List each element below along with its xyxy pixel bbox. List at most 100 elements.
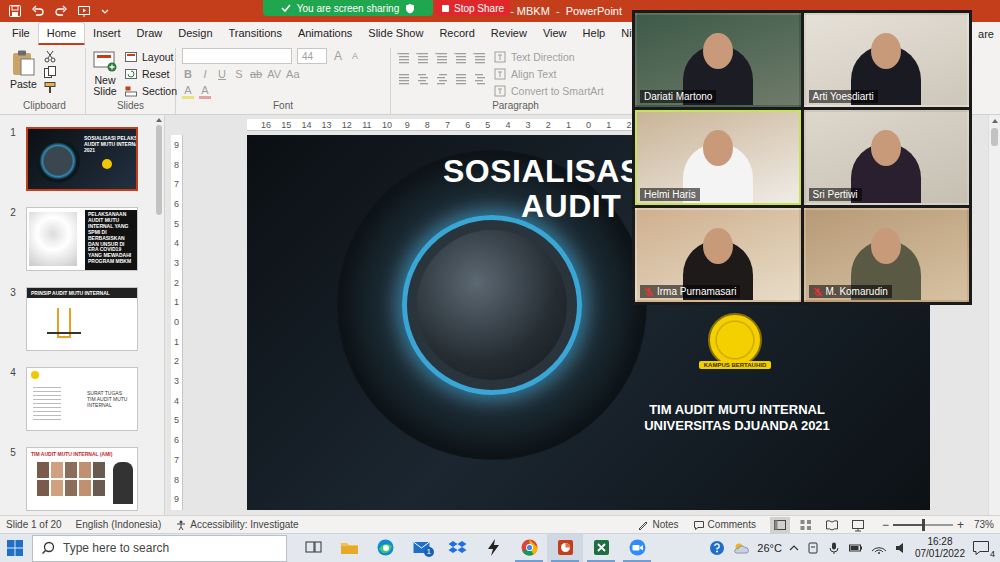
taskbar-app[interactable]	[511, 534, 547, 562]
taskbar-search[interactable]: Type here to search	[32, 535, 287, 562]
taskbar-app[interactable]	[295, 534, 331, 562]
participant-video[interactable]: Helmi Haris	[635, 110, 801, 204]
customize-icon[interactable]	[100, 6, 110, 16]
slide-command-icon[interactable]	[124, 84, 138, 98]
notes-label[interactable]: Notes	[652, 519, 678, 530]
save-icon[interactable]	[8, 4, 22, 18]
scroll-thumb[interactable]	[991, 128, 998, 146]
format-painter-icon[interactable]	[43, 81, 57, 95]
new-slide-icon[interactable]	[92, 49, 118, 73]
scroll-thumb[interactable]	[156, 125, 162, 215]
comments-label[interactable]: Comments	[708, 519, 756, 530]
ribbon-tab[interactable]: Transitions	[221, 22, 290, 45]
slide-title[interactable]: SOSIALISAS	[443, 153, 642, 189]
slide-command-icon[interactable]	[124, 67, 138, 81]
thumbnail-row[interactable]: 3PRINSIP AUDIT MUTU INTERNAL	[6, 287, 153, 351]
ribbon-tab[interactable]: Review	[483, 22, 535, 45]
thumbnail-scrollbar[interactable]	[153, 115, 164, 515]
participant-video[interactable]: Sri Pertiwi	[804, 110, 970, 204]
zoom-icon[interactable]	[628, 538, 647, 557]
copy-icon[interactable]	[43, 65, 57, 79]
taskbar-app[interactable]	[475, 534, 511, 562]
sorter-view-icon[interactable]	[799, 518, 813, 532]
ribbon-tab[interactable]: Home	[38, 22, 85, 45]
taskbar-app[interactable]	[619, 534, 655, 562]
clock-time[interactable]: 16:28	[927, 536, 952, 548]
notes-button[interactable]: Notes	[637, 519, 678, 531]
comments-button[interactable]: Comments	[693, 519, 756, 531]
scroll-up-icon[interactable]	[155, 117, 163, 123]
slide-thumbnail[interactable]: PRINSIP AUDIT MUTU INTERNAL	[26, 287, 138, 351]
view-button[interactable]	[848, 517, 868, 533]
view-button[interactable]	[796, 517, 816, 533]
view-button[interactable]	[770, 517, 790, 533]
weather-icon[interactable]	[732, 541, 750, 555]
powerpoint-icon[interactable]	[556, 538, 575, 557]
clock-date[interactable]: 07/01/2022	[915, 548, 965, 560]
help-icon[interactable]	[709, 540, 725, 556]
zoom-percent[interactable]: 73%	[974, 519, 994, 530]
thumbnail-row[interactable]: 4SURAT TUGASTIM AUDIT MUTUINTERNAL	[6, 367, 153, 431]
notification-icon[interactable]	[972, 540, 990, 556]
comments-icon[interactable]	[693, 519, 705, 531]
slides-command[interactable]: Layout	[124, 49, 177, 64]
new-slide-label[interactable]: New Slide	[92, 75, 118, 97]
stop-share-button[interactable]: Stop Share	[435, 0, 510, 16]
footer-text[interactable]: UNIVERSITAS DJUANDA 2021	[617, 418, 857, 434]
stop-share-label[interactable]: Stop Share	[454, 3, 504, 14]
battery-icon[interactable]	[848, 541, 864, 555]
taskview-icon[interactable]	[304, 538, 323, 557]
participant-video[interactable]: Dariati Martono	[635, 13, 801, 107]
slides-command-label[interactable]: Layout	[142, 51, 174, 63]
tray-app-icon[interactable]	[806, 541, 820, 555]
ribbon-tab[interactable]: Help	[575, 22, 614, 45]
reading-view-icon[interactable]	[825, 518, 839, 532]
cut-icon[interactable]	[43, 49, 57, 63]
taskbar-app[interactable]	[547, 534, 583, 562]
zoom-in-button[interactable]: +	[957, 518, 964, 532]
ribbon-tab[interactable]: Record	[431, 22, 482, 45]
bolt-icon[interactable]	[484, 538, 503, 557]
slide-thumbnail[interactable]: PELAKSANAANAUDIT MUTUINTERNAL YANGSPMI D…	[26, 207, 138, 271]
zoom-slider[interactable]	[893, 524, 953, 526]
normal-view-icon[interactable]	[773, 518, 787, 532]
thumbnail-row[interactable]: 5TIM AUDIT MUTU INTERNAL (AMI)	[6, 447, 153, 511]
taskbar-app[interactable]	[439, 534, 475, 562]
new-slide-button[interactable]: New Slide	[92, 48, 118, 100]
paste-label[interactable]: Paste	[10, 79, 37, 90]
taskbar-app[interactable]	[367, 534, 403, 562]
share-button[interactable]: are	[972, 22, 1000, 45]
zoom-thumb[interactable]	[922, 519, 925, 531]
accessibility-label[interactable]: Accessibility: Investigate	[190, 519, 298, 530]
redo-icon[interactable]	[54, 4, 68, 18]
wifi-icon[interactable]	[871, 541, 887, 555]
slides-command[interactable]: Section	[124, 83, 177, 98]
stop-icon[interactable]	[441, 4, 450, 13]
participant-video[interactable]: M. Komarudin	[804, 208, 970, 302]
shield-icon[interactable]	[405, 3, 415, 14]
video-gallery[interactable]: Dariati MartonoArti YoesdiartiHelmi Hari…	[632, 10, 972, 305]
scroll-up-icon[interactable]	[991, 118, 999, 124]
slideshow-view-icon[interactable]	[851, 518, 865, 532]
view-button[interactable]	[822, 517, 842, 533]
temperature[interactable]: 26°C	[757, 542, 782, 554]
ribbon-tab[interactable]: View	[535, 22, 575, 45]
participant-video[interactable]: Irma Purnamasari	[635, 208, 801, 302]
ribbon-tab[interactable]: File	[4, 22, 38, 45]
volume-icon[interactable]	[894, 541, 908, 555]
taskbar-app[interactable]	[583, 534, 619, 562]
sharing-indicator[interactable]: You are screen sharing	[263, 0, 433, 16]
language-indicator[interactable]: English (Indonesia)	[76, 519, 162, 530]
zoom-out-button[interactable]: −	[882, 518, 889, 532]
excel-icon[interactable]	[592, 538, 611, 557]
editor-scrollbar[interactable]	[988, 115, 1000, 515]
explorer-icon[interactable]	[340, 538, 359, 557]
action-center-button[interactable]: 4	[972, 538, 996, 558]
ribbon-tab[interactable]: Animations	[290, 22, 360, 45]
show-hidden-icon[interactable]	[789, 543, 799, 553]
notification-count[interactable]: 4	[989, 549, 996, 559]
dropbox-icon[interactable]	[448, 538, 467, 557]
taskbar-app[interactable]	[331, 534, 367, 562]
ribbon-tab[interactable]: Draw	[129, 22, 171, 45]
slide-command-icon[interactable]	[124, 50, 138, 64]
